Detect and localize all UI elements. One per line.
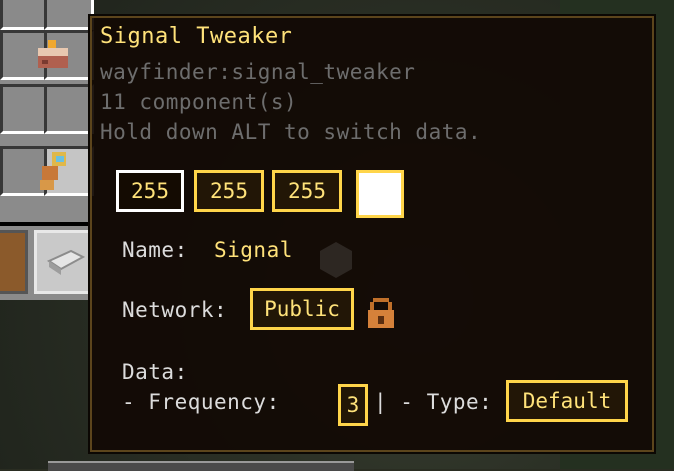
inventory-slot[interactable] — [44, 0, 94, 30]
network-label: Network: — [122, 298, 228, 322]
type-button[interactable]: Default — [506, 380, 628, 422]
hotbar — [0, 222, 92, 300]
red-value-field[interactable]: 255 — [116, 170, 184, 212]
inventory-slot[interactable] — [44, 84, 94, 134]
type-label: | - Type: — [374, 390, 493, 414]
alt-hint: Hold down ALT to switch data. — [100, 120, 482, 144]
item-tooltip: Signal Tweaker wayfinder:signal_tweaker … — [88, 14, 656, 454]
signal-block-icon — [320, 242, 352, 278]
cake-icon — [38, 40, 68, 68]
data-label: Data: — [122, 360, 188, 384]
component-count: 11 component(s) — [100, 90, 298, 114]
color-swatch — [356, 170, 404, 218]
name-value[interactable]: Signal — [214, 238, 293, 262]
name-label: Name: — [122, 238, 188, 262]
iron-ingot-icon — [46, 249, 85, 275]
tooltip-title: Signal Tweaker — [100, 24, 293, 49]
lower-bar — [48, 461, 354, 471]
green-value-field[interactable]: 255 — [194, 170, 264, 212]
hotbar-slot[interactable] — [0, 230, 28, 294]
item-id: wayfinder:signal_tweaker — [100, 60, 416, 84]
frequency-label: - Frequency: — [122, 390, 280, 414]
inventory-slot[interactable] — [0, 0, 50, 30]
inventory-slot[interactable] — [0, 84, 50, 134]
frequency-field[interactable]: 3 — [338, 384, 368, 426]
blue-value-field[interactable]: 255 — [272, 170, 342, 212]
lock-icon[interactable] — [366, 296, 396, 330]
compass-icon — [40, 152, 66, 190]
hotbar-slot[interactable] — [34, 230, 92, 294]
network-button[interactable]: Public — [250, 288, 354, 330]
